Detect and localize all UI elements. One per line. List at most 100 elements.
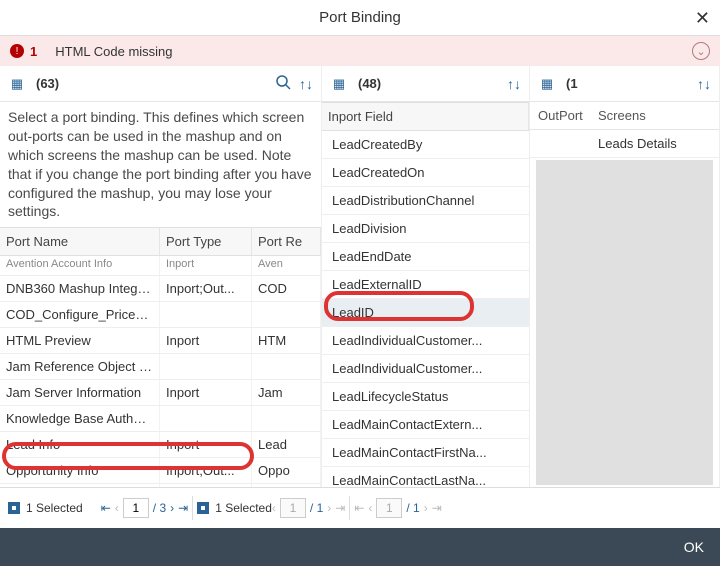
- table-row[interactable]: COD_Configure_Price_...: [0, 302, 321, 328]
- inport-field-panel: ▦ (48) ↑↓ Inport Field LeadCreatedByLead…: [322, 66, 530, 487]
- list-item[interactable]: LeadEndDate: [322, 243, 529, 271]
- col2-pagination: ‹ / 1 › ⇥: [272, 498, 345, 518]
- col1-count: (63): [36, 76, 267, 91]
- cell-ref: Aven: [252, 256, 321, 275]
- col-port-ref[interactable]: Port Re: [252, 228, 321, 255]
- col2-selected: 1 Selected: [215, 501, 272, 515]
- cell-name: Jam Reference Object In...: [0, 354, 160, 379]
- ok-button[interactable]: OK: [684, 539, 704, 555]
- prev-page-icon[interactable]: ‹: [272, 501, 276, 515]
- last-page-icon[interactable]: ⇥: [335, 501, 345, 515]
- action-bar: OK: [0, 528, 720, 566]
- error-bar: ! 1 HTML Code missing ⌄: [0, 36, 720, 66]
- cell-name: Avention Account Info: [0, 256, 160, 275]
- page-input[interactable]: [123, 498, 149, 518]
- table-row[interactable]: DNB360 Mashup Integra...Inport;Out...COD: [0, 276, 321, 302]
- first-page-icon[interactable]: ⇤: [101, 501, 111, 515]
- col-port-type[interactable]: Port Type: [160, 228, 252, 255]
- table-row[interactable]: HTML PreviewInportHTM: [0, 328, 321, 354]
- list-item[interactable]: LeadDistributionChannel: [322, 187, 529, 215]
- next-page-icon[interactable]: ›: [170, 501, 174, 515]
- search-icon[interactable]: [275, 74, 291, 93]
- sort-icon[interactable]: ↑↓: [299, 76, 313, 92]
- cell-name: Lead Info: [0, 432, 160, 457]
- col-inport-field[interactable]: Inport Field: [322, 103, 529, 130]
- cell-ref: Lead: [252, 432, 321, 457]
- first-page-icon[interactable]: ⇤: [354, 501, 364, 515]
- error-count: 1: [30, 44, 37, 59]
- next-page-icon[interactable]: ›: [424, 501, 428, 515]
- sort-icon[interactable]: ↑↓: [697, 76, 711, 92]
- cell-type: Inport;Out...: [160, 458, 252, 483]
- cell-ref: Jam: [252, 380, 321, 405]
- table-row[interactable]: Order InformationInportOrde: [0, 484, 321, 487]
- page-input[interactable]: [376, 498, 402, 518]
- list-item[interactable]: LeadIndividualCustomer...: [322, 327, 529, 355]
- cell-name: Jam Server Information: [0, 380, 160, 405]
- cell-name: DNB360 Mashup Integra...: [0, 276, 160, 301]
- list-item[interactable]: LeadCreatedBy: [322, 131, 529, 159]
- next-page-icon[interactable]: ›: [327, 501, 331, 515]
- cell-ref: Oppo: [252, 458, 321, 483]
- col-port-name[interactable]: Port Name: [0, 228, 160, 255]
- cell-name: COD_Configure_Price_...: [0, 302, 160, 327]
- cell-type: Inport: [160, 256, 252, 275]
- table-row[interactable]: Knowledge Base Authen...: [0, 406, 321, 432]
- select-indicator[interactable]: [8, 502, 20, 514]
- prev-page-icon[interactable]: ‹: [115, 501, 119, 515]
- cell-type: Inport: [160, 380, 252, 405]
- inport-list: LeadCreatedByLeadCreatedOnLeadDistributi…: [322, 131, 529, 487]
- list-item[interactable]: LeadDivision: [322, 215, 529, 243]
- cell-type: Inport: [160, 328, 252, 353]
- table-row[interactable]: Opportunity InfoInport;Out...Oppo: [0, 458, 321, 484]
- port-table-body: Avention Account InfoInportAvenDNB360 Ma…: [0, 256, 321, 487]
- close-icon[interactable]: ✕: [695, 8, 710, 29]
- list-item[interactable]: LeadID: [322, 299, 529, 327]
- col3-count: (1: [566, 76, 689, 91]
- col-outport[interactable]: OutPort: [530, 102, 590, 129]
- list-item[interactable]: LeadMainContactExtern...: [322, 411, 529, 439]
- select-indicator[interactable]: [197, 502, 209, 514]
- cell-type: [160, 302, 252, 327]
- page-total: / 1: [310, 501, 323, 515]
- page-input[interactable]: [280, 498, 306, 518]
- col1-selected: 1 Selected: [26, 501, 83, 515]
- cell-type: [160, 406, 252, 431]
- expand-errors-icon[interactable]: ⌄: [692, 42, 710, 60]
- list-item[interactable]: LeadExternalID: [322, 271, 529, 299]
- empty-area: [536, 160, 713, 485]
- screen-item[interactable]: Leads Details: [530, 130, 719, 158]
- description-text: Select a port binding. This defines whic…: [0, 102, 321, 227]
- cell-ref: COD: [252, 276, 321, 301]
- prev-page-icon[interactable]: ‹: [368, 501, 372, 515]
- page-total: / 3: [153, 501, 166, 515]
- cell-name: Knowledge Base Authen...: [0, 406, 160, 431]
- table-row[interactable]: Jam Reference Object In...: [0, 354, 321, 380]
- table-header: Port Name Port Type Port Re: [0, 227, 321, 256]
- col-screens[interactable]: Screens: [590, 102, 654, 129]
- list-item[interactable]: LeadMainContactFirstNa...: [322, 439, 529, 467]
- cell-name: Order Information: [0, 484, 160, 487]
- error-message: HTML Code missing: [55, 44, 172, 59]
- grid-icon[interactable]: ▦: [330, 76, 348, 92]
- last-page-icon[interactable]: ⇥: [178, 501, 188, 515]
- list-item[interactable]: LeadLifecycleStatus: [322, 383, 529, 411]
- cell-ref: [252, 302, 321, 327]
- grid-icon[interactable]: ▦: [8, 76, 26, 92]
- cell-type: Inport: [160, 484, 252, 487]
- cell-type: Inport;Out...: [160, 276, 252, 301]
- footer: 1 Selected ⇤ ‹ / 3 › ⇥ 1 Selected ‹ / 1 …: [0, 488, 720, 528]
- last-page-icon[interactable]: ⇥: [432, 501, 442, 515]
- grid-icon[interactable]: ▦: [538, 76, 556, 92]
- sort-icon[interactable]: ↑↓: [507, 76, 521, 92]
- page-total: / 1: [406, 501, 419, 515]
- list-item[interactable]: LeadCreatedOn: [322, 159, 529, 187]
- list-item[interactable]: LeadMainContactLastNa...: [322, 467, 529, 487]
- table-row[interactable]: Jam Server InformationInportJam: [0, 380, 321, 406]
- cell-ref: Orde: [252, 484, 321, 487]
- table-row[interactable]: Lead InfoInportLead: [0, 432, 321, 458]
- col3-pagination: ⇤ ‹ / 1 › ⇥: [354, 498, 441, 518]
- list-item[interactable]: LeadIndividualCustomer...: [322, 355, 529, 383]
- table-row[interactable]: Avention Account InfoInportAven: [0, 256, 321, 276]
- port-binding-panel: ▦ (63) ↑↓ Select a port binding. This de…: [0, 66, 322, 487]
